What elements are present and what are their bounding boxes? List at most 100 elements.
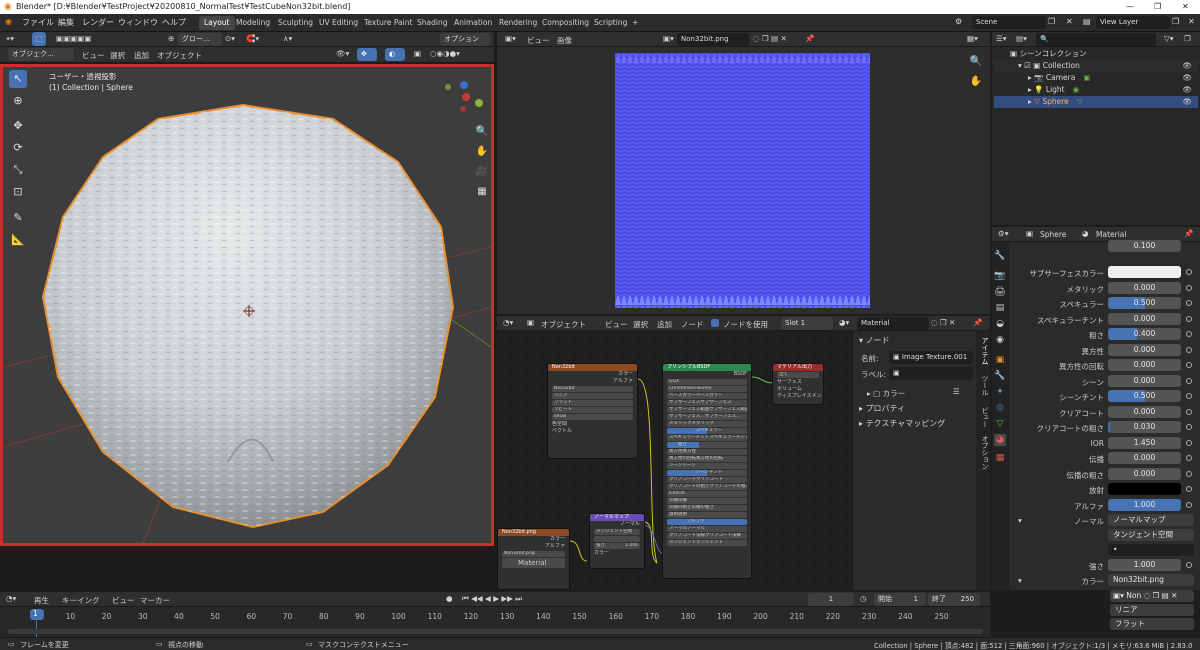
tab-layout[interactable]: Layout [199, 16, 235, 30]
tab-compositing[interactable]: Compositing [537, 16, 594, 30]
select-box-icon[interactable]: ⬚ [32, 32, 46, 46]
prop-value[interactable]: 1.450 [1108, 436, 1181, 449]
select-mode-icons[interactable]: ▣▣▣▣▣ [56, 34, 91, 43]
start-frame-field[interactable]: 開始 1 [874, 593, 926, 606]
image-actions-icons[interactable]: ◌ ❐ ▤ ✕ [753, 34, 787, 43]
node-name-field[interactable]: ▣ Image Texture.001 [889, 351, 973, 364]
keyframe-dot-icon[interactable] [1186, 439, 1192, 446]
prop-proj-value[interactable]: フラット [1110, 618, 1194, 630]
prop-strength-value[interactable]: 1.000 [1108, 559, 1181, 571]
current-frame-field[interactable]: 1 [808, 593, 854, 606]
node-color-toggle[interactable]: ▸ ▢ カラー [867, 388, 905, 399]
prop-value[interactable]: 0.000 [1108, 405, 1181, 418]
timeline-menu-marker[interactable]: マーカー [140, 595, 170, 606]
outliner-item-collection[interactable]: ▾ ☑ ▣ Collection 👁 [994, 60, 1198, 72]
menu-help[interactable]: ヘルプ [162, 17, 186, 28]
view-layer-selector[interactable]: View Layer [1096, 16, 1170, 29]
keyframe-dot-icon[interactable] [1186, 331, 1192, 337]
keyframe-dot-icon[interactable] [1186, 501, 1192, 508]
node-editor-type-icon[interactable]: ◔▾ [503, 318, 513, 327]
keyframe-dot-icon[interactable] [1186, 377, 1192, 384]
prop-value[interactable]: 0.500 [1108, 297, 1181, 309]
tab-rendering[interactable]: Rendering [494, 16, 542, 30]
minimize-icon[interactable]: — [1126, 0, 1134, 14]
prop-value[interactable]: 0.000 [1108, 452, 1181, 464]
outliner-item-camera[interactable]: ▸ 📷 Camera ▣ 👁 [994, 72, 1198, 84]
node-target-field[interactable]: 全て [777, 372, 819, 378]
keyframe-dot-icon[interactable] [1186, 424, 1192, 430]
properties-pin-icon[interactable]: 📌 [1184, 229, 1193, 238]
xray-icon[interactable]: ▣ [414, 49, 421, 58]
menu-object[interactable]: オブジェクト [157, 50, 202, 61]
overlay-toggle-icon[interactable]: ◐ [385, 48, 405, 61]
proportional-icon[interactable]: ∧▾ [283, 34, 292, 43]
timeline-menu-view[interactable]: ビュー [112, 595, 135, 606]
image-texture-node[interactable]: Non32bit カラー アルファ Non32bit リニア フラット リピート… [547, 363, 638, 459]
prop-value[interactable]: 0.000 [1108, 281, 1181, 294]
prop-value[interactable]: 0.500 [1108, 390, 1181, 402]
prop-image-value[interactable]: ▣▾ Non ◌ ❐ ▤ ✕ [1110, 590, 1194, 602]
keyframe-dot-icon[interactable] [1186, 486, 1192, 492]
menu-select[interactable]: 選択 [110, 50, 125, 61]
tab-sculpting[interactable]: Sculpting [273, 16, 318, 30]
normal-map-node[interactable]: ノーマルマップ ノーマル タンジェント空間 強さ 1.000 カラー [589, 513, 645, 569]
record-icon[interactable]: ● [446, 594, 453, 603]
editor-type-icon[interactable]: ⌖▾ [6, 34, 14, 44]
pan-hand-icon[interactable]: ✋ [473, 143, 491, 161]
new-collection-icon[interactable]: ❐ [1184, 34, 1191, 43]
keyframe-dot-icon[interactable] [1186, 362, 1192, 368]
prop-color-value[interactable]: Non32bit.png [1108, 574, 1194, 586]
bsdf-input-row[interactable]: クリアコートの粗さクリアコートの粗さ [667, 484, 747, 490]
material-name-field[interactable]: Material [857, 317, 929, 330]
bsdf-input-row[interactable]: スペキュラースペキュラー [667, 428, 747, 434]
prop-value[interactable]: 0.000 [1108, 312, 1181, 325]
image-browse-icon[interactable]: ▣▾ [663, 34, 674, 43]
outliner-item-sphere[interactable]: ▸ ▽ Sphere ▽ 👁 [994, 96, 1198, 108]
keyframe-dot-icon[interactable] [1186, 470, 1192, 477]
bsdf-input-row[interactable]: タンジェントタンジェント [667, 540, 747, 546]
node-editor-canvas[interactable]: Non32bit カラー アルファ Non32bit リニア フラット リピート… [497, 331, 852, 590]
material-actions-icons[interactable]: ◌ ❐ ✕ [931, 318, 955, 327]
bsdf-input-row[interactable]: サブサーフェス…サブサーフェス… [667, 414, 747, 420]
image-texture-node-2[interactable]: Non32bit.png カラー アルファ Non32bit.png Mater… [497, 528, 570, 590]
keyframe-dot-icon[interactable] [1186, 455, 1192, 461]
image-zoom-icon[interactable]: 🔍 [967, 53, 985, 71]
bsdf-input-row[interactable]: ノーマルノーマル [667, 526, 747, 532]
timeline-scrollbar[interactable] [8, 629, 983, 634]
prop-value[interactable]: 1.000 [1108, 498, 1181, 511]
node-color-list-icon[interactable]: ☰ [953, 387, 960, 396]
keyframe-dot-icon[interactable] [1186, 284, 1192, 291]
node-ext-field[interactable]: リピート [552, 407, 633, 413]
tab-shading[interactable]: Shading [412, 16, 452, 30]
tab-view[interactable]: ビュー [978, 407, 990, 428]
node-colorspace-field[interactable]: sRGB [552, 414, 633, 420]
bsdf-input-row[interactable]: メタリックメタリック [667, 421, 747, 427]
blender-menu-icon[interactable]: ◉ [5, 17, 12, 26]
node-section-label[interactable]: ▾ ノード [859, 335, 890, 346]
prop-value[interactable] [1108, 266, 1181, 278]
prop-value[interactable]: 0.000 [1108, 359, 1181, 371]
prop-value[interactable]: 0.000 [1108, 343, 1181, 356]
scene-delete-icon[interactable]: ✕ [1066, 17, 1073, 26]
image-pan-icon[interactable]: ✋ [967, 73, 985, 91]
options-dropdown[interactable]: オプション [440, 33, 490, 46]
node-proj-field[interactable]: フラット [552, 400, 633, 406]
image-editor-canvas[interactable]: 🔍 ✋ [497, 47, 990, 314]
camera-view-icon[interactable]: 🎥 [473, 163, 491, 181]
node-uvmap-field[interactable] [594, 536, 640, 542]
preview-range-icon[interactable]: ◷ [860, 594, 867, 603]
timeline-area[interactable] [0, 607, 990, 637]
bsdf-input-row[interactable]: IORIOR [667, 491, 747, 497]
slot-dropdown[interactable]: Slot 1 [781, 317, 833, 330]
prop-normal-value[interactable]: ノーマルマップ [1108, 514, 1194, 526]
bsdf-input-row[interactable]: シーンチントシーンチント [667, 470, 747, 476]
menu-view[interactable]: ビュー [82, 50, 105, 61]
view-layer-copy-icon[interactable]: ❐ [1172, 17, 1179, 26]
keyframe-dot-icon[interactable] [1186, 300, 1192, 306]
image-editor-type-icon[interactable]: ▣▾ [505, 34, 516, 43]
bsdf-input-row[interactable]: 伝播伝播 [667, 498, 747, 504]
bsdf-input-row[interactable]: 異方性の回転異方性の回転 [667, 456, 747, 462]
prop-value[interactable] [1108, 483, 1181, 495]
zoom-icon[interactable]: 🔍 [473, 123, 491, 141]
view-layer-delete-icon[interactable]: ✕ [1188, 17, 1195, 26]
